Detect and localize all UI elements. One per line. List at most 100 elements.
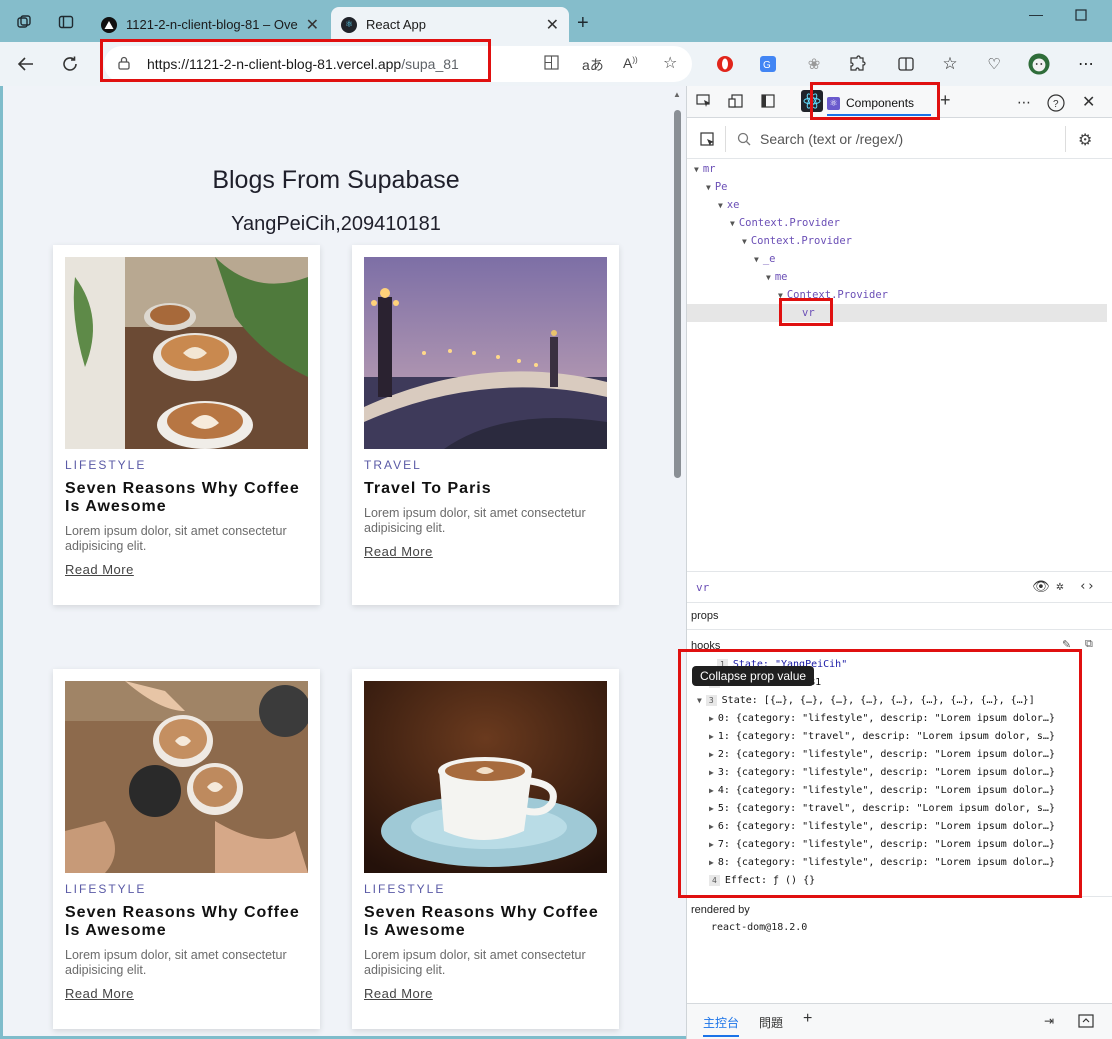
item-value: 2: {category: "lifestyle", descrip: "Lor…	[717, 749, 1055, 760]
hook-row[interactable]: ▼ 3 State: [{…}, {…}, {…}, {…}, {…}, {…}, …	[697, 692, 1035, 710]
close-devtools-icon[interactable]: ✕	[1082, 92, 1095, 112]
expand-triangle-icon[interactable]: ▼	[766, 273, 771, 282]
scroll-up-icon[interactable]: ▲	[673, 90, 681, 99]
react-devtools-icon	[801, 90, 823, 115]
minimize-icon[interactable]: —	[1029, 6, 1043, 22]
tab-components[interactable]: ⚛ Components	[827, 92, 931, 116]
extensions-icon[interactable]	[846, 53, 868, 75]
tree-node[interactable]: ▼ xe	[718, 196, 739, 214]
expand-triangle-icon[interactable]: ▶	[709, 732, 714, 741]
parse-hooks-icon[interactable]: ✎	[1062, 638, 1071, 651]
split-icon[interactable]	[544, 55, 559, 73]
array-item[interactable]: ▶ 0: {category: "lifestyle", descrip: "Lo…	[709, 710, 1055, 728]
array-item[interactable]: ▶ 3: {category: "lifestyle", descrip: "Lo…	[709, 764, 1055, 782]
node-label: me	[774, 271, 788, 283]
read-more-link[interactable]: Read More	[65, 986, 134, 1001]
opera-icon[interactable]	[714, 53, 736, 75]
lock-icon[interactable]	[118, 56, 130, 73]
favorite-icon[interactable]: ☆	[663, 53, 677, 73]
collapse-drawer-icon[interactable]	[1078, 1014, 1094, 1031]
expand-triangle-icon[interactable]: ▶	[709, 804, 714, 813]
tree-node-selected[interactable]: vr	[687, 304, 1107, 322]
source-code-icon[interactable]: ‹›	[1079, 579, 1095, 594]
tab-console[interactable]: 主控台	[703, 1014, 740, 1037]
translate-icon[interactable]: G	[757, 53, 779, 75]
new-tab-icon[interactable]: +	[577, 12, 589, 35]
array-item[interactable]: ▶ 4: {category: "lifestyle", descrip: "Lo…	[709, 782, 1055, 800]
immersive-reader-icon[interactable]: A))	[623, 55, 638, 71]
expand-triangle-icon[interactable]: ▼	[742, 237, 747, 246]
tree-node[interactable]: ▼ mr	[694, 160, 715, 178]
profile-icon[interactable]	[1028, 53, 1050, 75]
select-component-icon[interactable]	[700, 132, 716, 151]
drawer-dock-icon[interactable]: ⇥	[1044, 1014, 1054, 1028]
device-toolbar-icon[interactable]	[728, 94, 744, 111]
node-label: vr	[802, 307, 815, 319]
tab-issues[interactable]: 問題	[759, 1014, 783, 1031]
card-category: LIFESTYLE	[65, 882, 147, 896]
tree-node[interactable]: ▼ me	[766, 268, 787, 286]
array-item[interactable]: ▶ 1: {category: "travel", descrip: "Lorem…	[709, 728, 1055, 746]
expand-triangle-icon[interactable]: ▼	[730, 219, 735, 228]
tree-node[interactable]: ▼ Context.Provider	[730, 214, 840, 232]
split-screen-icon[interactable]	[895, 53, 917, 75]
read-more-link[interactable]: Read More	[364, 986, 433, 1001]
tree-node[interactable]: ▼ _e	[754, 250, 775, 268]
eye-icon[interactable]: 👁	[1032, 579, 1050, 595]
favorites-icon[interactable]: ☆	[939, 53, 961, 75]
more-options-icon[interactable]: ⋯	[1017, 94, 1031, 111]
expand-triangle-icon[interactable]: ▶	[709, 768, 714, 777]
tree-node[interactable]: ▼ Context.Provider	[778, 286, 888, 304]
health-icon[interactable]: ♡	[983, 53, 1005, 75]
close-tab-icon[interactable]: ✕	[306, 15, 319, 35]
expand-triangle-icon[interactable]: ▼	[754, 255, 759, 264]
expand-triangle-icon[interactable]: ▶	[709, 786, 714, 795]
workspaces-icon[interactable]	[14, 12, 34, 32]
expand-triangle-icon[interactable]: ▶	[709, 858, 714, 867]
read-more-link[interactable]: Read More	[364, 544, 433, 559]
expand-triangle-icon[interactable]: ▼	[694, 165, 699, 174]
add-drawer-tab-icon[interactable]: +	[803, 1010, 812, 1028]
bug-icon[interactable]: ✲	[1056, 579, 1064, 594]
address-bar[interactable]: https://1121-2-n-client-blog-81.vercel.a…	[104, 46, 692, 82]
search-input[interactable]: Search (text or /regex/)	[760, 131, 903, 147]
collapse-triangle-icon[interactable]: ▼	[697, 696, 702, 705]
scrollbar-thumb[interactable]	[674, 110, 681, 478]
read-aloud-icon[interactable]: aあ	[582, 55, 604, 75]
maximize-icon[interactable]	[1075, 8, 1087, 24]
add-tab-icon[interactable]: +	[940, 90, 951, 111]
array-item[interactable]: ▶ 5: {category: "travel", descrip: "Lorem…	[709, 800, 1055, 818]
settings-gear-icon[interactable]: ⚙	[1078, 130, 1092, 150]
tooltip: Collapse prop value	[692, 666, 815, 686]
tab-actions-icon[interactable]	[56, 12, 76, 32]
array-item[interactable]: ▶ 7: {category: "lifestyle", descrip: "Lo…	[709, 836, 1055, 854]
expand-triangle-icon[interactable]: ▶	[709, 714, 714, 723]
svg-text:G: G	[763, 60, 771, 71]
array-item[interactable]: ▶ 6: {category: "lifestyle", descrip: "Lo…	[709, 818, 1055, 836]
dock-side-icon[interactable]	[761, 94, 775, 111]
expand-triangle-icon[interactable]: ▼	[718, 201, 723, 210]
close-tab-icon[interactable]: ✕	[546, 15, 559, 35]
expand-triangle-icon[interactable]: ▶	[709, 822, 714, 831]
more-icon[interactable]: ⋯	[1075, 53, 1097, 75]
refresh-icon[interactable]	[58, 52, 82, 76]
array-item[interactable]: ▶ 8: {category: "lifestyle", descrip: "Lo…	[709, 854, 1055, 872]
help-icon[interactable]: ?	[1047, 94, 1065, 115]
expand-triangle-icon[interactable]: ▶	[709, 750, 714, 759]
extension-icon[interactable]: ❀	[803, 53, 825, 75]
back-icon[interactable]	[14, 52, 38, 76]
tab-vercel-overview[interactable]: 1121-2-n-client-blog-81 – Overv ✕	[91, 7, 329, 42]
url-text[interactable]: https://1121-2-n-client-blog-81.vercel.a…	[147, 56, 459, 72]
expand-triangle-icon[interactable]: ▼	[778, 291, 783, 300]
tree-node[interactable]: ▼ Pe	[706, 178, 727, 196]
array-item[interactable]: ▶ 2: {category: "lifestyle", descrip: "Lo…	[709, 746, 1055, 764]
hook-row[interactable]: 4 Effect: ƒ () {}	[709, 872, 815, 890]
inspect-element-icon[interactable]	[696, 94, 712, 111]
expand-triangle-icon[interactable]: ▶	[709, 840, 714, 849]
expand-triangle-icon[interactable]: ▼	[706, 183, 711, 192]
tree-node[interactable]: ▼ Context.Provider	[742, 232, 852, 250]
tab-react-app[interactable]: ⚛ React App ✕	[331, 7, 569, 42]
read-more-link[interactable]: Read More	[65, 562, 134, 577]
copy-icon[interactable]: ⧉	[1085, 638, 1093, 651]
paris-image	[364, 257, 607, 449]
